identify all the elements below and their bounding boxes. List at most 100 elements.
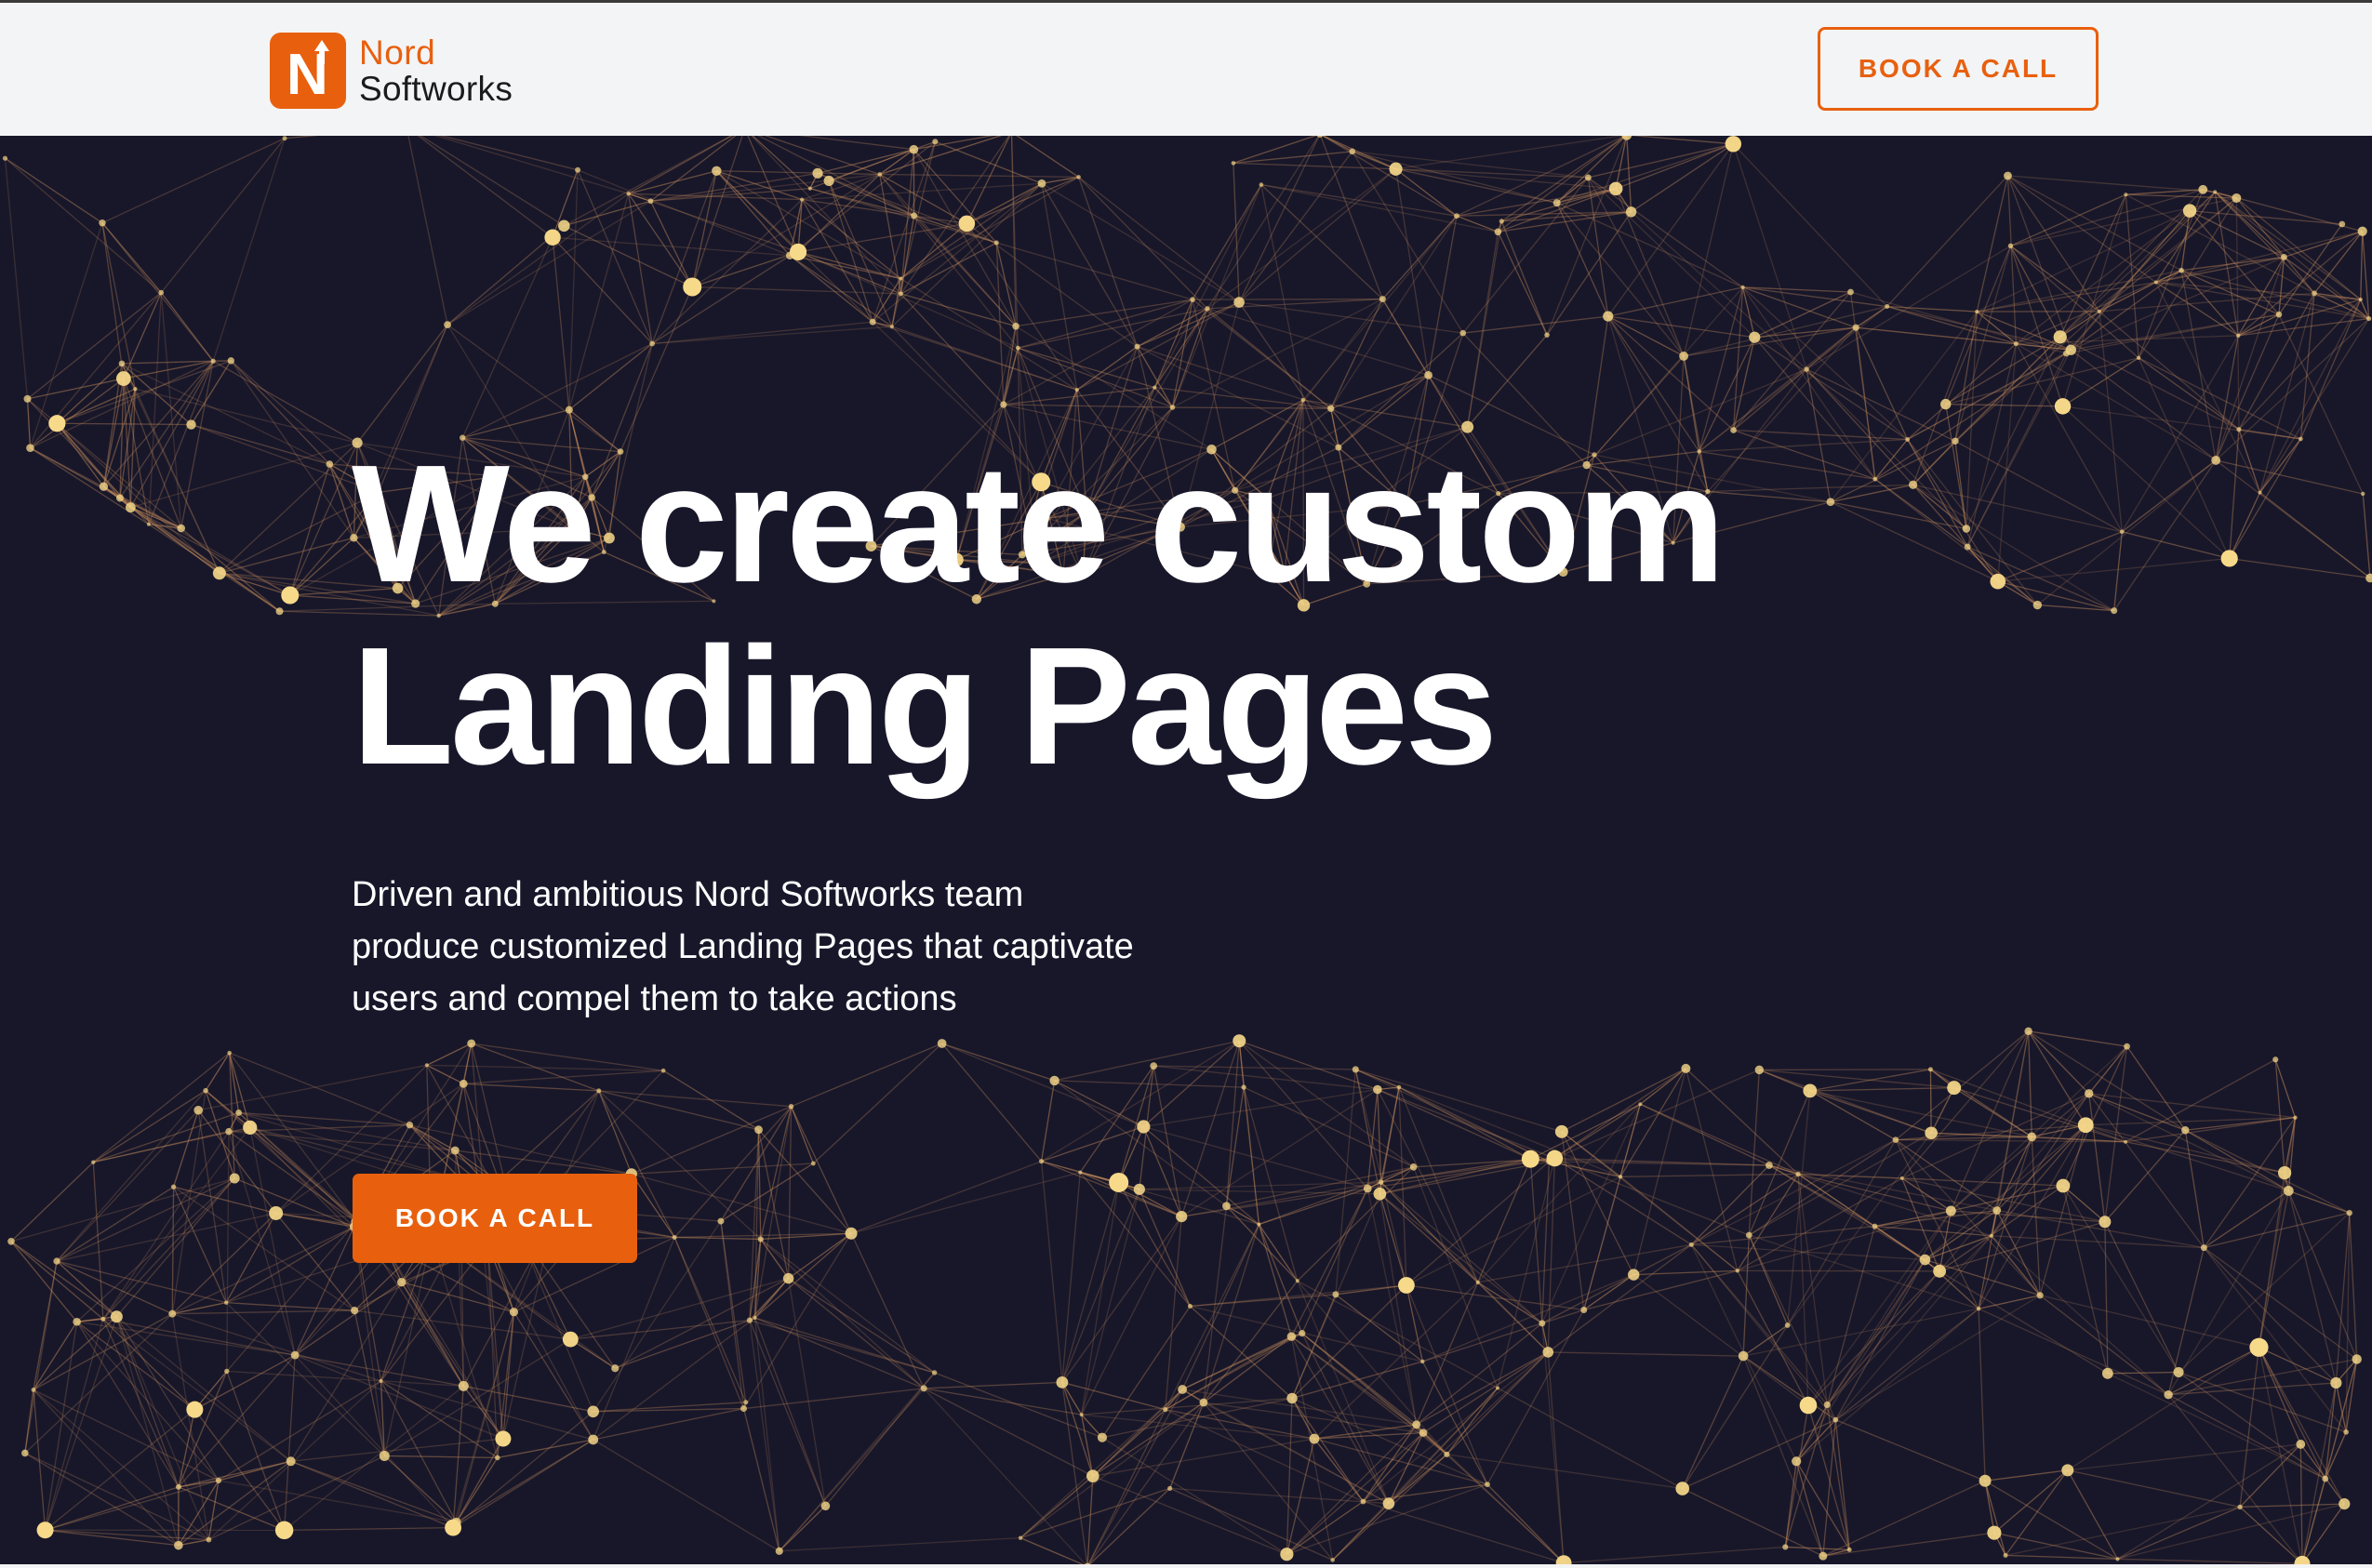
brand-logo[interactable]: N Nord Softworks: [270, 33, 513, 109]
network-line: [93, 1111, 239, 1163]
network-node: [1681, 1063, 1691, 1073]
network-node: [1952, 437, 1959, 445]
network-node: [932, 139, 939, 145]
logo-word-nord: Nord: [359, 33, 436, 72]
network-line: [1759, 1069, 1954, 1089]
network-line: [1822, 1419, 1836, 1557]
network-node: [1241, 1084, 1246, 1090]
network-node: [1097, 1432, 1108, 1442]
network-line: [742, 1408, 780, 1551]
network-line: [160, 292, 182, 529]
network-node: [647, 198, 654, 205]
network-line: [2005, 1469, 2069, 1556]
header-book-call-button[interactable]: BOOK A CALL: [1818, 27, 2099, 111]
network-line: [2203, 1247, 2337, 1384]
network-line: [2229, 429, 2240, 559]
network-node: [2361, 491, 2365, 497]
network-node: [2213, 190, 2218, 194]
network-line: [2167, 1394, 2326, 1480]
network-line: [1206, 298, 1383, 310]
network-node: [2211, 456, 2221, 465]
network-node: [1015, 345, 1020, 351]
network-line: [129, 360, 214, 508]
network-node: [683, 277, 702, 297]
network-node: [1332, 1291, 1339, 1298]
network-line: [935, 140, 1043, 184]
network-node: [1608, 181, 1623, 196]
network-line: [1165, 1216, 1182, 1410]
logo-icon: N: [270, 33, 346, 109]
network-line: [1547, 1158, 1556, 1352]
network-node: [406, 1122, 414, 1129]
network-node: [931, 1370, 938, 1375]
network-line: [160, 292, 214, 362]
network-node: [2054, 398, 2072, 415]
network-node: [1795, 1171, 1801, 1177]
network-line: [1153, 1066, 1182, 1217]
network-line: [850, 1161, 1042, 1234]
network-node: [1892, 1136, 1899, 1143]
network-line: [384, 1455, 498, 1459]
network-line: [452, 1438, 504, 1528]
network-line: [1137, 308, 1208, 348]
network-line: [2155, 281, 2369, 320]
network-node: [845, 1227, 858, 1240]
network-line: [1061, 1381, 1166, 1411]
network-line: [1260, 184, 1304, 401]
network-node: [1819, 1551, 1828, 1561]
network-line: [2274, 1059, 2297, 1118]
network-line: [1395, 168, 1617, 190]
network-line: [754, 1278, 790, 1319]
network-node: [269, 1205, 284, 1220]
network-line: [1985, 1469, 2068, 1482]
network-line: [283, 1355, 296, 1531]
network-node: [820, 1501, 831, 1511]
network-node: [73, 1317, 81, 1326]
network-node: [1947, 1081, 1962, 1096]
network-node: [672, 1234, 677, 1240]
network-line: [1462, 177, 1589, 334]
network-node: [1349, 148, 1356, 155]
network-line: [1826, 1226, 1876, 1405]
network-node: [1286, 1332, 1297, 1341]
network-node: [2277, 1165, 2292, 1180]
network-node: [110, 1310, 123, 1323]
network-node: [2056, 1178, 2071, 1193]
network-node: [1134, 343, 1140, 350]
network-node: [286, 1456, 296, 1467]
network-line: [1297, 1280, 1499, 1389]
network-line: [1541, 1103, 1641, 1324]
network-line: [1379, 1193, 1407, 1286]
network-line: [787, 1106, 793, 1279]
hero-book-call-button[interactable]: BOOK A CALL: [353, 1174, 637, 1263]
network-line: [1978, 1295, 2041, 1309]
network-line: [692, 286, 901, 295]
network-line: [568, 169, 579, 410]
network-line: [1996, 1210, 2041, 1296]
network-node: [1552, 199, 1561, 207]
network-line: [891, 326, 1077, 391]
network-node: [1373, 1187, 1387, 1201]
network-node: [740, 1405, 748, 1413]
network-node: [1618, 1175, 1623, 1179]
network-line: [628, 193, 799, 253]
network-line: [1855, 306, 1888, 328]
network-node: [2124, 1139, 2128, 1144]
network-line: [1477, 1243, 1692, 1283]
network-node: [170, 1184, 177, 1189]
network-line: [1797, 1174, 1809, 1406]
network-line: [552, 237, 570, 410]
network-node: [227, 1050, 232, 1056]
network-line: [2067, 1469, 2241, 1508]
network-line: [1330, 374, 1429, 409]
network-line: [1978, 1309, 1986, 1482]
network-line: [753, 1317, 827, 1507]
network-node: [458, 1380, 469, 1391]
network-line: [2362, 493, 2371, 578]
network-node: [1990, 573, 2006, 590]
network-line: [228, 1131, 296, 1356]
network-line: [1929, 1069, 1932, 1134]
network-node: [225, 1127, 233, 1136]
network-node: [877, 172, 883, 177]
network-node: [1205, 306, 1210, 312]
